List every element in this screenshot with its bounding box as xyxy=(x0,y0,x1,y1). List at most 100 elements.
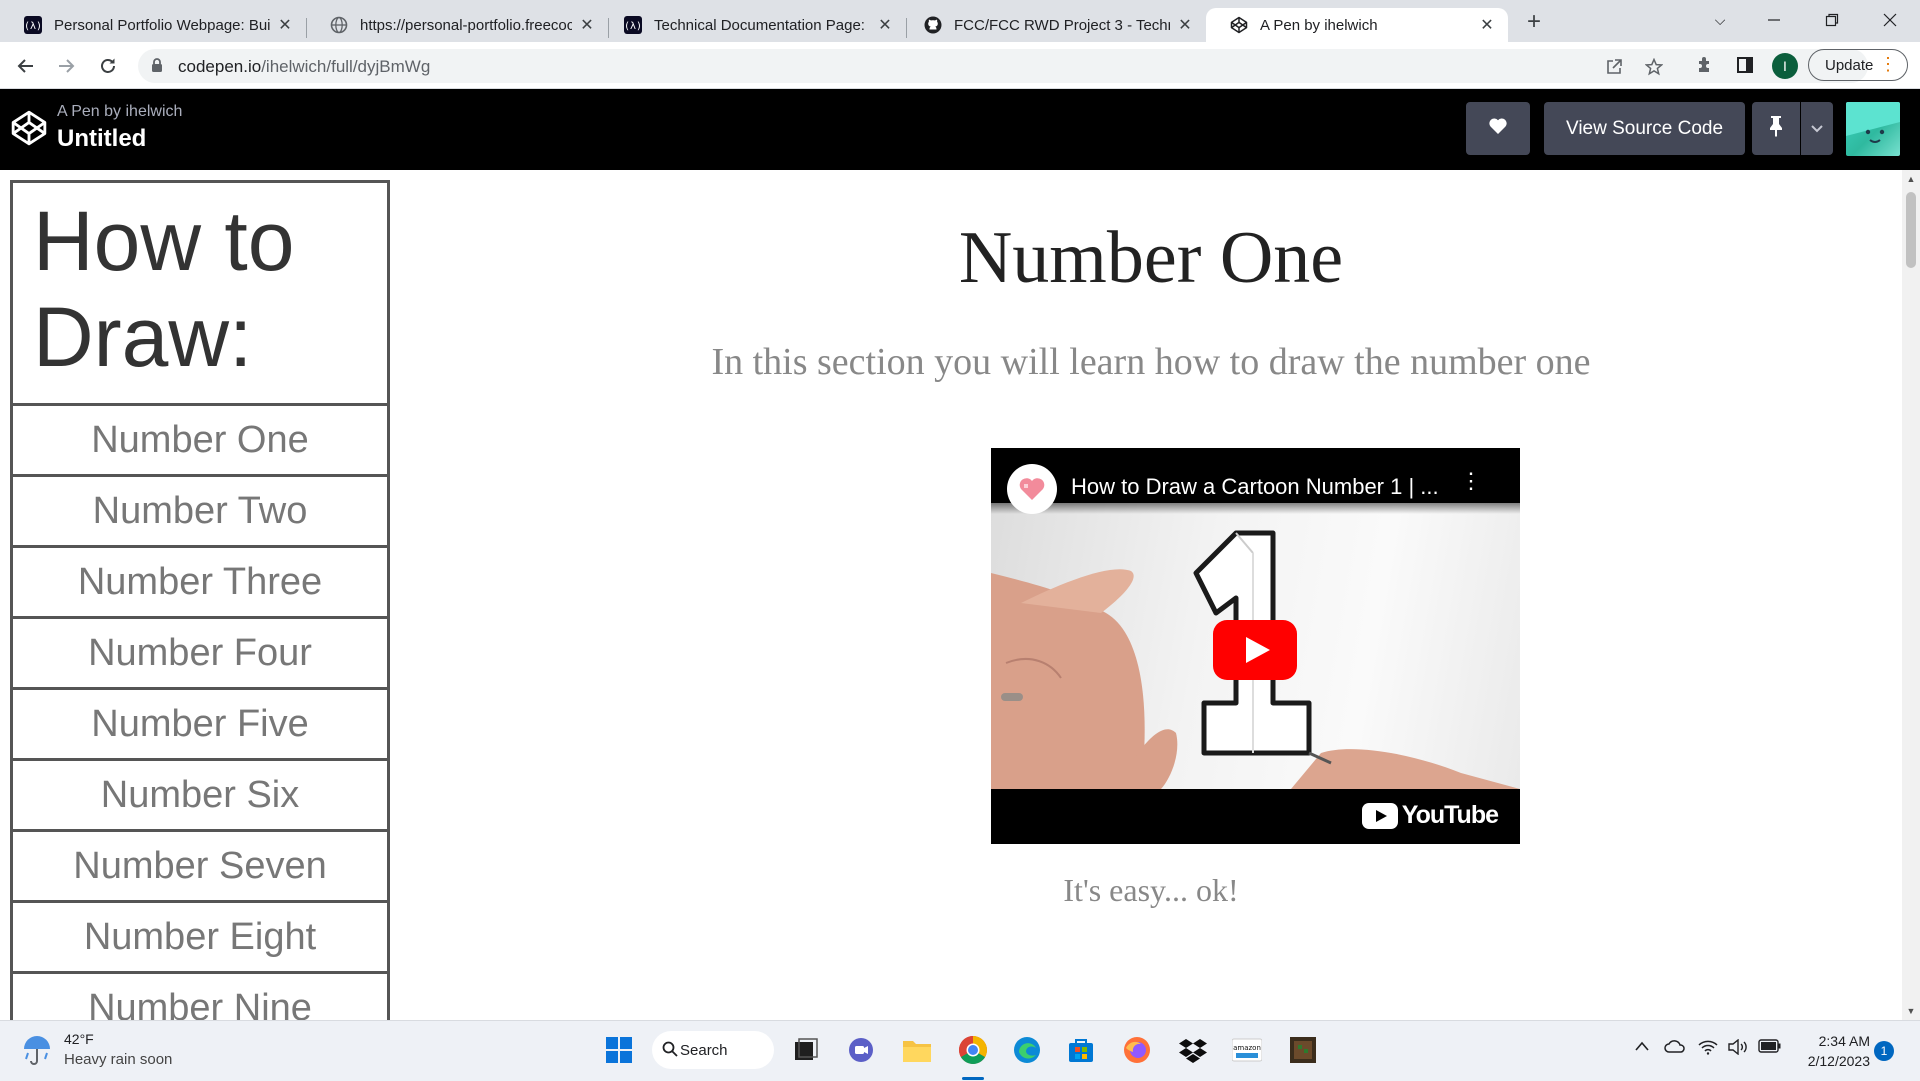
back-arrow-icon[interactable] xyxy=(12,52,40,80)
youtube-play-icon xyxy=(1213,620,1297,680)
bookmark-star-icon[interactable] xyxy=(1644,57,1664,77)
freecodecamp-icon: (λ) xyxy=(24,16,42,34)
nav-link-number-three[interactable]: Number Three xyxy=(10,548,390,619)
nav-link-number-five[interactable]: Number Five xyxy=(10,690,390,761)
youtube-logo-icon xyxy=(1361,802,1398,829)
nav-link-number-nine[interactable]: Number Nine xyxy=(10,974,390,1020)
reload-icon[interactable] xyxy=(94,52,122,80)
scroll-down-arrow-icon[interactable]: ▼ xyxy=(1906,1006,1916,1016)
url-path: /ihelwich/full/dyjBmWg xyxy=(261,57,431,76)
github-icon xyxy=(924,16,942,34)
freecodecamp-icon: (λ) xyxy=(624,16,642,34)
lock-icon[interactable] xyxy=(150,57,164,78)
weather-temperature: 42°F xyxy=(64,1031,94,1047)
restore-icon[interactable] xyxy=(1812,6,1852,34)
clock-date: 2/12/2023 xyxy=(1807,1053,1870,1069)
profile-avatar[interactable]: I xyxy=(1772,53,1798,79)
battery-icon[interactable] xyxy=(1758,1039,1782,1058)
system-clock[interactable]: 2:34 AM 2/12/2023 xyxy=(1798,1031,1870,1071)
address-bar[interactable]: codepen.io/ihelwich/full/dyjBmWg xyxy=(138,49,1868,83)
close-icon[interactable]: ✕ xyxy=(276,15,294,35)
tab-title: Technical Documentation Page: E xyxy=(654,16,870,34)
close-icon[interactable]: ✕ xyxy=(578,15,596,35)
heart-button[interactable] xyxy=(1466,102,1530,155)
close-icon[interactable]: ✕ xyxy=(1478,15,1496,35)
tab-codepen-active[interactable]: A Pen by ihelwich ✕ xyxy=(1206,8,1508,42)
volume-icon[interactable] xyxy=(1728,1038,1750,1060)
pen-author[interactable]: A Pen by ihelwich xyxy=(57,103,182,121)
new-tab-icon[interactable]: + xyxy=(1520,8,1548,36)
taskbar-search[interactable]: Search xyxy=(652,1031,774,1069)
tab-title: FCC/FCC RWD Project 3 - Technic xyxy=(954,16,1170,34)
taskbar-search-label: Search xyxy=(680,1041,728,1059)
tab-portfolio-url[interactable]: https://personal-portfolio.freecoc ✕ xyxy=(306,8,608,42)
nav-link-number-eight[interactable]: Number Eight xyxy=(10,903,390,974)
nav-link-number-four[interactable]: Number Four xyxy=(10,619,390,690)
pin-button[interactable] xyxy=(1752,102,1800,155)
video-title[interactable]: How to Draw a Cartoon Number 1 | ... xyxy=(1071,474,1439,500)
file-explorer-icon[interactable] xyxy=(900,1033,934,1067)
svg-text:(λ): (λ) xyxy=(24,21,42,32)
tab-personal-portfolio[interactable]: (λ) Personal Portfolio Webpage: Buil ✕ xyxy=(0,8,306,42)
youtube-logo[interactable]: YouTube xyxy=(1361,801,1499,830)
amazon-icon[interactable]: amazon xyxy=(1230,1033,1264,1067)
tab-technical-documentation[interactable]: (λ) Technical Documentation Page: E ✕ xyxy=(600,8,906,42)
onedrive-cloud-icon[interactable] xyxy=(1664,1039,1686,1058)
pixel-heart-icon xyxy=(1019,478,1045,500)
scrollbar-thumb[interactable] xyxy=(1906,192,1916,268)
url-text: codepen.io/ihelwich/full/dyjBmWg xyxy=(178,57,430,77)
close-window-icon[interactable] xyxy=(1870,6,1910,34)
close-icon[interactable]: ✕ xyxy=(876,15,894,35)
microsoft-store-icon[interactable] xyxy=(1064,1033,1098,1067)
nav-link-number-seven[interactable]: Number Seven xyxy=(10,832,390,903)
tab-github-project[interactable]: FCC/FCC RWD Project 3 - Technic ✕ xyxy=(900,8,1206,42)
share-icon[interactable] xyxy=(1604,57,1624,77)
tab-search-chevron-icon[interactable]: ⌵ xyxy=(1700,6,1740,34)
dropbox-icon[interactable] xyxy=(1176,1033,1210,1067)
nav-link-number-six[interactable]: Number Six xyxy=(10,761,390,832)
more-options-icon[interactable]: ⋮ xyxy=(1460,470,1482,492)
weather-condition: Heavy rain soon xyxy=(64,1051,173,1068)
svg-text:(λ): (λ) xyxy=(624,21,642,32)
nav-link-number-two[interactable]: Number Two xyxy=(10,477,390,548)
extensions-icon[interactable] xyxy=(1692,52,1718,78)
page-content: How to Draw: Number One Number Two Numbe… xyxy=(0,170,1902,1020)
wifi-icon[interactable] xyxy=(1698,1039,1718,1060)
windows-start-icon[interactable] xyxy=(602,1033,636,1067)
play-button[interactable] xyxy=(1213,620,1297,680)
show-hidden-icons-chevron[interactable] xyxy=(1634,1039,1650,1057)
tab-title: A Pen by ihelwich xyxy=(1260,16,1378,34)
nav-link-number-one[interactable]: Number One xyxy=(10,406,390,477)
chrome-icon[interactable] xyxy=(956,1033,990,1067)
video-caption: It's easy... ok! xyxy=(1063,872,1239,908)
globe-icon xyxy=(330,16,348,34)
update-button[interactable]: Update ⋮ xyxy=(1808,49,1908,81)
video-title-bar: How to Draw a Cartoon Number 1 | ... ⋮ xyxy=(991,448,1520,514)
chevron-down-icon xyxy=(1811,120,1823,138)
firefox-icon[interactable] xyxy=(1120,1033,1154,1067)
side-panel-icon[interactable] xyxy=(1732,52,1758,78)
minimize-icon[interactable] xyxy=(1754,6,1794,34)
minecraft-icon[interactable] xyxy=(1286,1033,1320,1067)
codepen-logo-icon[interactable] xyxy=(10,109,48,152)
navbar: How to Draw: Number One Number Two Numbe… xyxy=(10,180,390,1020)
task-view-icon[interactable] xyxy=(788,1033,822,1067)
clock-time: 2:34 AM xyxy=(1818,1033,1870,1049)
user-avatar[interactable] xyxy=(1846,102,1900,156)
page-scrollbar[interactable]: ▲ ▼ xyxy=(1902,170,1920,1020)
edge-icon[interactable] xyxy=(1010,1033,1044,1067)
notification-badge[interactable]: 1 xyxy=(1874,1041,1894,1061)
teams-chat-icon[interactable] xyxy=(844,1033,878,1067)
close-icon[interactable]: ✕ xyxy=(1176,15,1194,35)
pin-dropdown-button[interactable] xyxy=(1801,102,1833,155)
scroll-up-arrow-icon[interactable]: ▲ xyxy=(1906,174,1916,184)
youtube-video-embed[interactable]: How to Draw a Cartoon Number 1 | ... ⋮ Y… xyxy=(991,448,1520,844)
heart-icon xyxy=(1488,117,1508,140)
channel-avatar[interactable] xyxy=(1007,464,1057,514)
view-source-button[interactable]: View Source Code xyxy=(1544,102,1746,155)
forward-arrow-icon[interactable] xyxy=(52,52,80,80)
browser-toolbar: codepen.io/ihelwich/full/dyjBmWg I Updat… xyxy=(0,42,1920,89)
svg-text:amazon: amazon xyxy=(1233,1044,1261,1052)
youtube-wordmark: YouTube xyxy=(1401,801,1499,829)
section-description: In this section you will learn how to dr… xyxy=(711,341,1591,383)
